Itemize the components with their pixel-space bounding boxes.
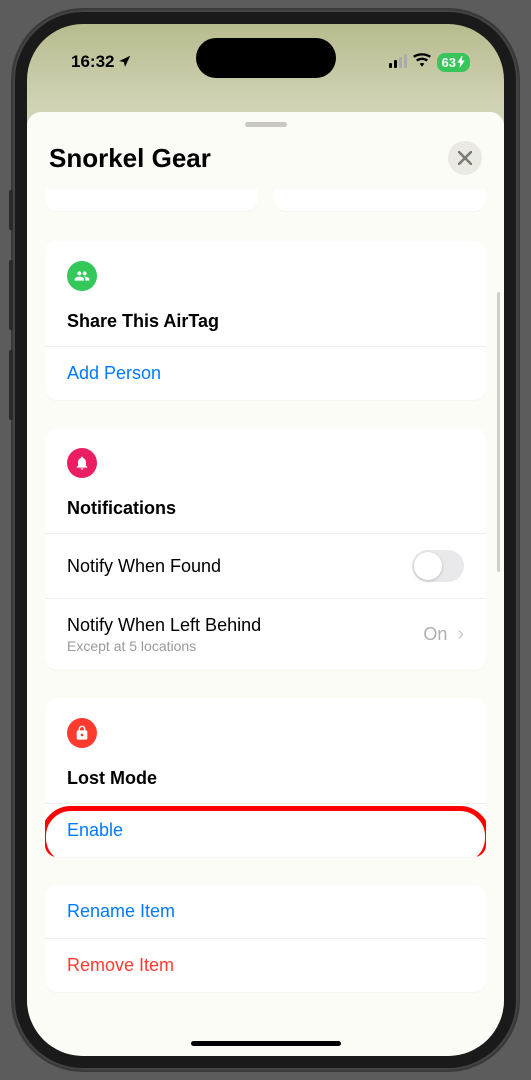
rename-label: Rename Item [67, 901, 175, 922]
add-person-label: Add Person [67, 363, 161, 384]
detail-sheet: Snorkel Gear Share This AirTag [27, 112, 504, 1056]
notify-when-found-row[interactable]: Notify When Found [45, 533, 486, 598]
cellular-icon [389, 56, 407, 68]
remove-label: Remove Item [67, 955, 174, 976]
notify-left-sublabel: Except at 5 locations [67, 638, 261, 654]
home-indicator[interactable] [191, 1041, 341, 1046]
lost-mode-title: Lost Mode [67, 768, 464, 789]
share-card: Share This AirTag Add Person [45, 241, 486, 400]
screen: 16:32 63 Snorkel Gea [27, 24, 504, 1056]
location-icon [118, 54, 132, 71]
remove-item-row[interactable]: Remove Item [45, 938, 486, 992]
notify-found-label: Notify When Found [67, 556, 221, 577]
notify-left-value: On [423, 624, 447, 645]
lost-mode-card: Lost Mode Enable [45, 698, 486, 857]
bell-icon [67, 448, 97, 478]
lock-icon [67, 718, 97, 748]
phone-frame: 16:32 63 Snorkel Gea [13, 10, 518, 1070]
enable-label: Enable [67, 820, 123, 841]
chevron-right-icon: › [457, 623, 464, 646]
add-person-row[interactable]: Add Person [45, 346, 486, 400]
lost-mode-enable-row[interactable]: Enable [45, 803, 486, 857]
close-button[interactable] [448, 141, 482, 175]
card-stub [274, 189, 487, 211]
rename-item-row[interactable]: Rename Item [45, 885, 486, 938]
wifi-icon [413, 53, 431, 72]
share-title: Share This AirTag [67, 311, 464, 332]
notify-found-toggle[interactable] [412, 550, 464, 582]
scroll-indicator[interactable] [497, 292, 500, 572]
notify-left-label: Notify When Left Behind [67, 615, 261, 636]
notify-when-left-row[interactable]: Notify When Left Behind Except at 5 loca… [45, 598, 486, 670]
status-time: 16:32 [71, 52, 114, 72]
page-title: Snorkel Gear [49, 143, 211, 174]
dynamic-island [196, 38, 336, 78]
battery-indicator: 63 [437, 53, 470, 72]
card-stub [45, 189, 258, 211]
notifications-title: Notifications [67, 498, 464, 519]
notifications-card: Notifications Notify When Found Notify W… [45, 428, 486, 670]
actions-card: Rename Item Remove Item [45, 885, 486, 992]
people-icon [67, 261, 97, 291]
sheet-content[interactable]: Share This AirTag Add Person Notificatio… [27, 189, 504, 1052]
